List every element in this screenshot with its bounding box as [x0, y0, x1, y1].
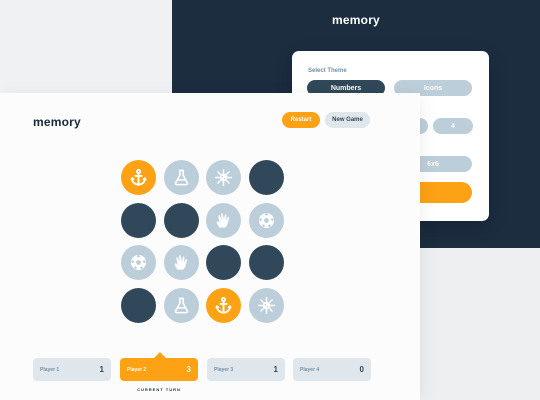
select-theme-label: Select Theme: [308, 68, 347, 74]
memory-tile[interactable]: [248, 245, 284, 280]
anchor-icon: [214, 296, 233, 315]
memory-tile[interactable]: [163, 287, 199, 323]
hand-spock-icon: [172, 253, 191, 272]
memory-tile[interactable]: [163, 160, 199, 195]
player-score: 1: [99, 365, 104, 374]
player-name: Player 3: [214, 366, 234, 373]
memory-tile[interactable]: [206, 245, 241, 280]
flask-icon: [172, 296, 191, 315]
futbol-icon: [257, 211, 276, 230]
player-name: Player 4: [300, 366, 320, 373]
memory-tile[interactable]: [248, 287, 284, 323]
memory-tile[interactable]: [206, 202, 241, 238]
player-name: Player 1: [40, 366, 60, 373]
player-card-1: Player 1 1: [33, 358, 111, 381]
memory-tile[interactable]: [121, 245, 156, 280]
memory-tile[interactable]: [121, 287, 156, 323]
player-score: 1: [273, 365, 278, 374]
hand-spock-icon: [214, 211, 233, 230]
virus-icon: [257, 296, 276, 315]
memory-tile[interactable]: [206, 160, 241, 195]
virus-icon: [214, 168, 233, 187]
player-card-3: Player 3 1: [207, 358, 285, 381]
new-game-button[interactable]: New Game: [325, 112, 370, 128]
memory-tile[interactable]: [121, 202, 156, 238]
player-score: 3: [186, 365, 191, 374]
futbol-icon: [129, 253, 148, 272]
memory-tile[interactable]: [163, 245, 199, 280]
memory-tile[interactable]: [248, 202, 284, 238]
player-score: 0: [359, 365, 364, 374]
game-logo: memory: [33, 115, 81, 129]
flask-icon: [172, 168, 191, 187]
players-option-4-button[interactable]: 4: [433, 118, 473, 134]
memory-tile[interactable]: [121, 160, 156, 195]
restart-button[interactable]: Restart: [282, 112, 320, 128]
player-card-4: Player 4 0: [293, 358, 371, 381]
game-board: [121, 160, 284, 323]
memory-tile[interactable]: [163, 202, 199, 238]
start-logo: memory: [332, 13, 380, 27]
current-turn-label: CURRENT TURN: [137, 387, 181, 392]
memory-tile[interactable]: [206, 287, 241, 323]
player-card-2: Player 2 3: [120, 358, 198, 381]
memory-tile[interactable]: [248, 160, 284, 195]
game-screen: memory Restart New Game Player 1 1 Playe…: [0, 93, 420, 400]
player-name: Player 2: [127, 366, 147, 373]
anchor-icon: [129, 168, 148, 187]
